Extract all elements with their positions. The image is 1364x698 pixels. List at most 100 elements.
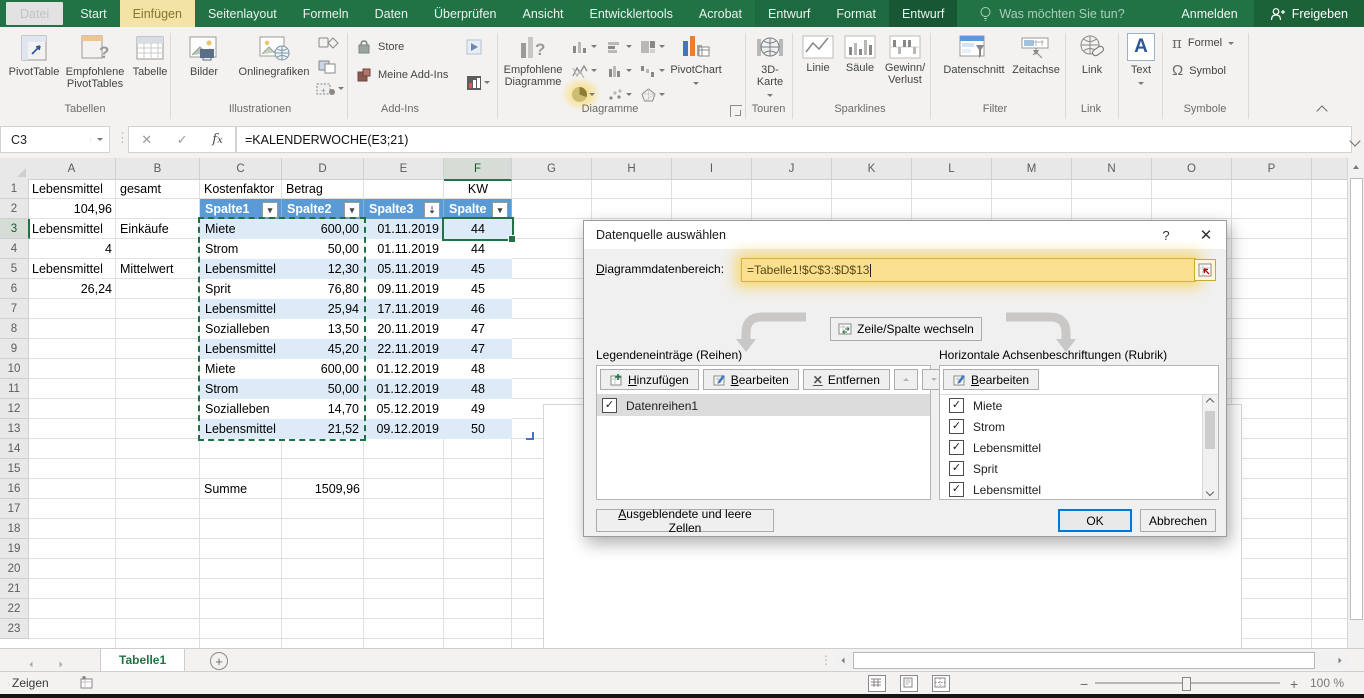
scroll-up-icon[interactable] bbox=[1348, 158, 1364, 175]
confirm-entry-icon[interactable]: ✓ bbox=[177, 132, 188, 148]
category-row[interactable]: ✓Lebensmittel bbox=[940, 437, 1203, 458]
table-cell[interactable]: 20.11.2019 bbox=[364, 319, 444, 339]
sparkline-winloss-button[interactable]: Gewinn/ Verlust bbox=[882, 35, 928, 86]
category-row[interactable]: ✓Miete bbox=[940, 395, 1203, 416]
column-header-B[interactable]: B bbox=[116, 158, 200, 180]
column-header-H[interactable]: H bbox=[592, 158, 672, 180]
link-button[interactable]: Link bbox=[1070, 33, 1114, 76]
new-sheet-icon[interactable]: + bbox=[210, 652, 228, 670]
checkbox-icon[interactable]: ✓ bbox=[949, 419, 964, 434]
cell-A6[interactable]: 26,24 bbox=[28, 279, 118, 299]
row-header-17[interactable]: 17 bbox=[0, 499, 29, 519]
horizontal-scrollbar-thumb[interactable] bbox=[853, 652, 1315, 669]
column-header-M[interactable]: M bbox=[992, 158, 1072, 180]
table-cell[interactable]: 22.11.2019 bbox=[364, 339, 444, 359]
row-header-20[interactable]: 20 bbox=[0, 559, 29, 579]
text-button[interactable]: A Text bbox=[1122, 33, 1160, 88]
scroll-left-icon[interactable] bbox=[835, 652, 851, 668]
row-header-21[interactable]: 21 bbox=[0, 579, 29, 599]
equation-button[interactable]: πFormel bbox=[1172, 37, 1242, 51]
row-header-15[interactable]: 15 bbox=[0, 459, 29, 479]
area-chart-button[interactable] bbox=[607, 61, 637, 80]
cell-D16[interactable]: 1509,96 bbox=[282, 479, 366, 499]
table-cell[interactable]: 01.11.2019 bbox=[364, 239, 444, 259]
table-cell[interactable]: 01.11.2019 bbox=[364, 219, 444, 239]
share-button[interactable]: Freigeben bbox=[1254, 0, 1364, 27]
zoom-out-icon[interactable]: − bbox=[1080, 676, 1088, 692]
sheet-nav-left-icon[interactable] bbox=[28, 655, 34, 669]
table-header-Spalte1[interactable]: Spalte1▾ bbox=[200, 199, 282, 219]
cell-B5[interactable]: Mittelwert bbox=[116, 259, 200, 279]
column-header-O[interactable]: O bbox=[1152, 158, 1232, 180]
row-header-19[interactable]: 19 bbox=[0, 539, 29, 559]
row-header-13[interactable]: 13 bbox=[0, 419, 29, 439]
pivotchart-button[interactable]: PivotChart bbox=[668, 33, 724, 88]
tab-seitenlayout[interactable]: Seitenlayout bbox=[195, 0, 290, 27]
row-header-9[interactable]: 9 bbox=[0, 339, 29, 359]
table-cell[interactable]: 45 bbox=[444, 279, 512, 299]
row-header-4[interactable]: 4 bbox=[0, 239, 29, 259]
zoom-level-label[interactable]: 100 % bbox=[1310, 676, 1344, 690]
table-cell[interactable]: 01.12.2019 bbox=[364, 359, 444, 379]
add-series-button[interactable]: Hinzufügen bbox=[600, 369, 699, 390]
table-cell[interactable]: 05.12.2019 bbox=[364, 399, 444, 419]
zoom-in-icon[interactable]: + bbox=[1290, 676, 1298, 692]
tab-ansicht[interactable]: Ansicht bbox=[510, 0, 577, 27]
table-cell[interactable]: 48 bbox=[444, 379, 512, 399]
macro-record-icon[interactable] bbox=[80, 675, 95, 690]
cell-B3[interactable]: Einkäufe bbox=[116, 219, 200, 239]
recommended-pivottables-button[interactable]: ? Empfohlene PivotTables bbox=[62, 33, 128, 90]
tab-start[interactable]: Start bbox=[67, 0, 119, 27]
cell-A4[interactable]: 4 bbox=[28, 239, 118, 259]
switch-row-column-button[interactable]: Zeile/Spalte wechseln bbox=[830, 317, 982, 341]
cancel-button[interactable]: Abbrechen bbox=[1140, 509, 1216, 532]
radar-chart-button[interactable] bbox=[640, 85, 670, 104]
collapse-dialog-range-picker-icon[interactable] bbox=[1194, 259, 1216, 281]
row-header-23[interactable]: 23 bbox=[0, 619, 29, 639]
insert-function-icon[interactable]: fx bbox=[212, 132, 222, 147]
tab-formeln[interactable]: Formeln bbox=[290, 0, 362, 27]
pie-chart-button[interactable] bbox=[572, 85, 602, 104]
dialog-close-icon[interactable]: ✕ bbox=[1190, 221, 1222, 249]
checkbox-icon[interactable]: ✓ bbox=[949, 482, 964, 497]
slicer-button[interactable]: Datenschnitt bbox=[938, 33, 1010, 76]
table-cell[interactable]: 48 bbox=[444, 359, 512, 379]
row-header-22[interactable]: 22 bbox=[0, 599, 29, 619]
expand-formula-bar-icon[interactable] bbox=[1351, 134, 1359, 148]
smartart-button[interactable] bbox=[318, 57, 348, 76]
categories-scrollbar[interactable] bbox=[1202, 395, 1218, 499]
screenshot-button[interactable]: + bbox=[316, 79, 346, 98]
sheet-nav-right-icon[interactable] bbox=[58, 655, 64, 669]
table-cell[interactable]: 47 bbox=[444, 339, 512, 359]
column-header-L[interactable]: L bbox=[912, 158, 992, 180]
fill-handle[interactable] bbox=[508, 235, 516, 243]
sheet-tab-tabelle1[interactable]: Tabelle1 bbox=[100, 649, 185, 673]
bar-chart-button[interactable] bbox=[607, 37, 637, 56]
cell-D1[interactable]: Betrag bbox=[282, 179, 364, 199]
select-all-corner[interactable] bbox=[0, 158, 29, 180]
edit-categories-button[interactable]: Bearbeiten bbox=[943, 369, 1039, 390]
categories-scroll-up-icon[interactable] bbox=[1203, 395, 1217, 409]
shapes-button[interactable] bbox=[316, 35, 342, 51]
row-header-16[interactable]: 16 bbox=[0, 479, 29, 499]
checkbox-icon[interactable]: ✓ bbox=[949, 461, 964, 476]
sparkline-line-button[interactable]: Linie bbox=[798, 35, 838, 74]
row-header-5[interactable]: 5 bbox=[0, 259, 29, 279]
timeline-button[interactable]: Zeitachse bbox=[1010, 33, 1062, 76]
sort-filter-icon[interactable]: ⇣ bbox=[424, 202, 440, 218]
column-header-E[interactable]: E bbox=[364, 158, 444, 180]
row-header-2[interactable]: 2 bbox=[0, 199, 29, 219]
tab-entwicklertools[interactable]: Entwicklertools bbox=[577, 0, 686, 27]
categories-scrollbar-thumb[interactable] bbox=[1205, 411, 1215, 449]
tab-acrobat[interactable]: Acrobat bbox=[686, 0, 755, 27]
column-header-N[interactable]: N bbox=[1072, 158, 1152, 180]
cancel-entry-icon[interactable]: ✕ bbox=[141, 132, 152, 148]
checkbox-icon[interactable]: ✓ bbox=[949, 440, 964, 455]
formula-input[interactable]: =KALENDERWOCHE(E3;21) bbox=[236, 126, 1352, 153]
column-header-A[interactable]: A bbox=[28, 158, 116, 180]
series-row[interactable]: ✓Datenreihen1 bbox=[597, 395, 930, 416]
table-cell[interactable]: 50 bbox=[444, 419, 512, 439]
category-row[interactable]: ✓Lebensmittel bbox=[940, 479, 1203, 500]
store-button[interactable]: Store bbox=[356, 39, 448, 58]
categories-scroll-down-icon[interactable] bbox=[1203, 485, 1217, 499]
